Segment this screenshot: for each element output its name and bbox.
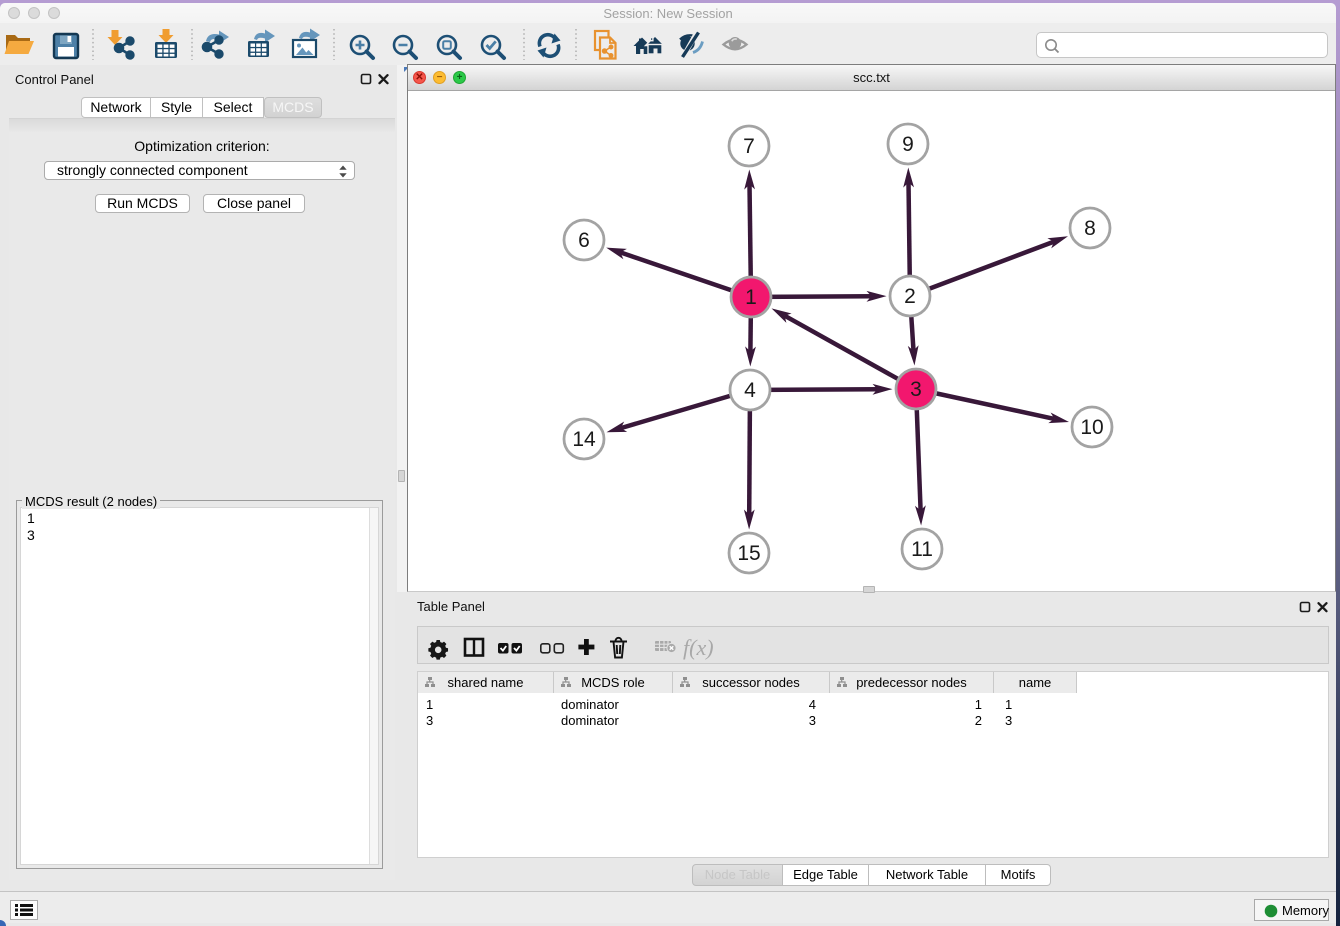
svg-text:2: 2 [904, 285, 916, 308]
svg-text:1: 1 [745, 286, 757, 309]
svg-text:9: 9 [902, 133, 914, 156]
svg-text:8: 8 [1084, 217, 1096, 240]
svg-text:11: 11 [911, 538, 933, 561]
svg-text:6: 6 [578, 229, 590, 252]
svg-text:15: 15 [737, 542, 760, 565]
svg-text:10: 10 [1080, 416, 1103, 439]
svg-text:3: 3 [910, 378, 922, 401]
svg-text:f(x): f(x) [683, 635, 714, 660]
svg-text:4: 4 [744, 379, 756, 402]
svg-text:14: 14 [572, 428, 596, 451]
svg-text:7: 7 [743, 135, 755, 158]
